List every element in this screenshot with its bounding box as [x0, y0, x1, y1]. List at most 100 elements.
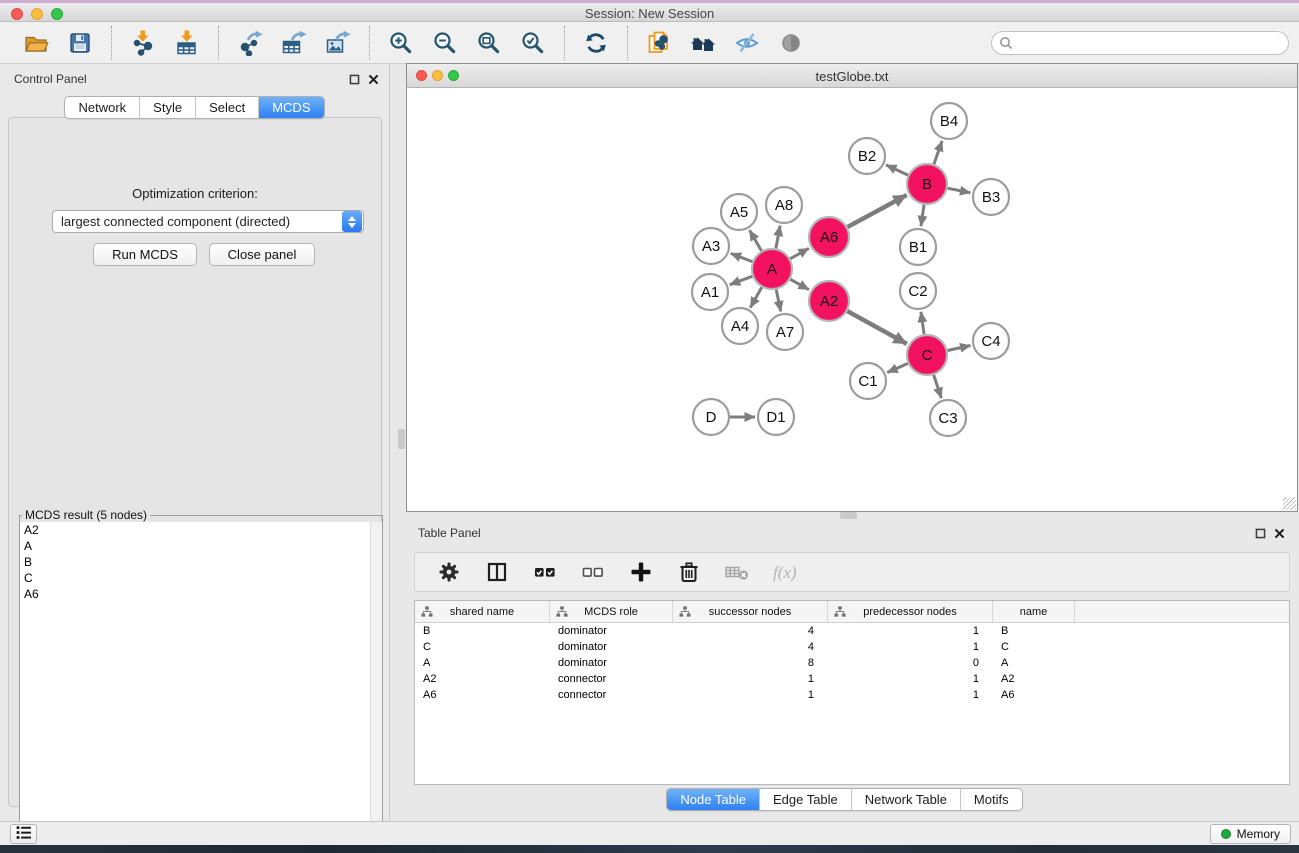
column-header-MCDS-role[interactable]: MCDS role — [550, 601, 673, 622]
graph-edge-A-A6[interactable] — [790, 248, 809, 258]
graph-edge-A-A7[interactable] — [776, 290, 781, 312]
graph-edge-B-B1[interactable] — [921, 205, 924, 226]
hide-panel-icon[interactable] — [732, 28, 762, 58]
column-header-name[interactable]: name — [993, 601, 1075, 622]
graph-edge-C-C4[interactable] — [948, 345, 971, 350]
table-row[interactable]: A2connector11A2 — [415, 671, 1289, 687]
export-table-icon[interactable] — [279, 28, 309, 58]
list-scrollbar[interactable] — [370, 522, 382, 847]
graph-node-B2[interactable]: B2 — [849, 138, 885, 174]
float-panel-icon[interactable] — [1255, 526, 1266, 544]
graph-node-C1[interactable]: C1 — [850, 363, 886, 399]
graph-node-A6[interactable]: A6 — [809, 217, 849, 257]
graph-node-C[interactable]: C — [907, 335, 947, 375]
split-divider-handle-horizontal[interactable] — [840, 512, 857, 519]
graph-node-B1[interactable]: B1 — [900, 229, 936, 265]
tab-edge-table[interactable]: Edge Table — [760, 789, 852, 810]
mcds-result-item[interactable]: A2 — [20, 522, 382, 538]
home-layout-icon[interactable] — [688, 28, 718, 58]
close-panel-icon[interactable] — [1274, 526, 1285, 544]
close-panel-icon[interactable] — [368, 72, 379, 90]
zoom-in-icon[interactable] — [386, 28, 416, 58]
mcds-result-list[interactable]: A2ABCA6 — [20, 522, 382, 847]
graph-edge-B-B4[interactable] — [934, 141, 942, 164]
graph-node-A4[interactable]: A4 — [722, 308, 758, 344]
network-canvas[interactable]: A A1 A2 A3 A4 A5 A6 A7 A8 B B1 B2 B3 B4 C C1 C2 C3 C4 D D1 — [407, 88, 1297, 511]
column-header-successor-nodes[interactable]: successor nodes — [673, 601, 828, 622]
float-panel-icon[interactable] — [349, 72, 360, 90]
graph-node-A2[interactable]: A2 — [809, 281, 849, 321]
mcds-result-item[interactable]: A — [20, 538, 382, 554]
zoom-out-icon[interactable] — [430, 28, 460, 58]
import-network-icon[interactable] — [128, 28, 158, 58]
graph-node-B3[interactable]: B3 — [973, 179, 1009, 215]
table-row[interactable]: Cdominator41C — [415, 639, 1289, 655]
graph-edge-A-A5[interactable] — [750, 230, 762, 251]
mcds-result-item[interactable]: C — [20, 570, 382, 586]
tab-style[interactable]: Style — [140, 97, 196, 118]
graph-edge-A-A1[interactable] — [730, 276, 753, 284]
graph-node-A7[interactable]: A7 — [767, 314, 803, 350]
memory-button[interactable]: Memory — [1210, 824, 1291, 844]
graph-node-A5[interactable]: A5 — [721, 194, 757, 230]
table-row[interactable]: A6connector11A6 — [415, 687, 1289, 703]
graph-edge-B-B2[interactable] — [886, 165, 908, 175]
graph-node-A1[interactable]: A1 — [692, 274, 728, 310]
add-column-icon[interactable] — [626, 557, 656, 587]
duplicate-network-icon[interactable] — [644, 28, 674, 58]
tab-mcds[interactable]: MCDS — [259, 97, 323, 118]
graph-node-A3[interactable]: A3 — [693, 228, 729, 264]
graph-edge-C-C1[interactable] — [887, 363, 908, 372]
tab-motifs[interactable]: Motifs — [961, 789, 1022, 810]
export-network-icon[interactable] — [235, 28, 265, 58]
settings-gear-icon[interactable] — [434, 557, 464, 587]
graph-node-C3[interactable]: C3 — [930, 400, 966, 436]
graph-edge-C-C2[interactable] — [921, 312, 924, 334]
graph-node-B4[interactable]: B4 — [931, 103, 967, 139]
table-row[interactable]: Adominator80A — [415, 655, 1289, 671]
network-window-titlebar[interactable]: testGlobe.txt — [407, 64, 1297, 88]
save-session-icon[interactable] — [65, 28, 95, 58]
run-mcds-button[interactable]: Run MCDS — [93, 243, 197, 266]
mcds-result-item[interactable]: A6 — [20, 586, 382, 602]
graph-edge-C-C3[interactable] — [934, 375, 942, 398]
criterion-select[interactable]: largest connected component (directed) — [52, 210, 364, 233]
graph-node-C4[interactable]: C4 — [973, 323, 1009, 359]
graph-node-A[interactable]: A — [752, 249, 792, 289]
graph-edge-B-B3[interactable] — [948, 188, 971, 193]
graph-node-D1[interactable]: D1 — [758, 399, 794, 435]
hide-columns-icon[interactable] — [578, 557, 608, 587]
mcds-result-item[interactable]: B — [20, 554, 382, 570]
graph-node-A8[interactable]: A8 — [766, 187, 802, 223]
search-input[interactable] — [991, 31, 1289, 55]
tab-network-table[interactable]: Network Table — [852, 789, 961, 810]
show-panel-icon[interactable] — [776, 28, 806, 58]
graph-edge-A-A3[interactable] — [731, 253, 753, 261]
refresh-layout-icon[interactable] — [581, 28, 611, 58]
graph-node-D[interactable]: D — [693, 399, 729, 435]
task-history-button[interactable] — [10, 824, 37, 844]
show-columns-icon[interactable] — [530, 557, 560, 587]
table-row[interactable]: Bdominator41B — [415, 623, 1289, 639]
export-image-icon[interactable] — [323, 28, 353, 58]
close-panel-button[interactable]: Close panel — [209, 243, 315, 266]
window-resize-grip[interactable] — [1283, 497, 1296, 510]
delete-column-icon[interactable] — [674, 557, 704, 587]
column-header-shared-name[interactable]: shared name — [415, 601, 550, 622]
column-header-predecessor-nodes[interactable]: predecessor nodes — [828, 601, 993, 622]
column-layout-icon[interactable] — [482, 557, 512, 587]
graph-edge-A-A2[interactable] — [790, 279, 809, 289]
open-session-icon[interactable] — [21, 28, 51, 58]
import-table-icon[interactable] — [172, 28, 202, 58]
graph-node-C2[interactable]: C2 — [900, 273, 936, 309]
zoom-selected-icon[interactable] — [518, 28, 548, 58]
graph-edge-A-A4[interactable] — [750, 287, 761, 307]
tab-node-table[interactable]: Node Table — [667, 789, 760, 810]
graph-edge-A-A8[interactable] — [776, 226, 780, 249]
graph-edge-A2-C[interactable] — [847, 311, 906, 344]
zoom-fit-icon[interactable] — [474, 28, 504, 58]
tab-select[interactable]: Select — [196, 97, 259, 118]
graph-edge-A6-B[interactable] — [847, 195, 906, 227]
split-divider-handle-vertical[interactable] — [398, 429, 405, 449]
graph-node-B[interactable]: B — [907, 164, 947, 204]
